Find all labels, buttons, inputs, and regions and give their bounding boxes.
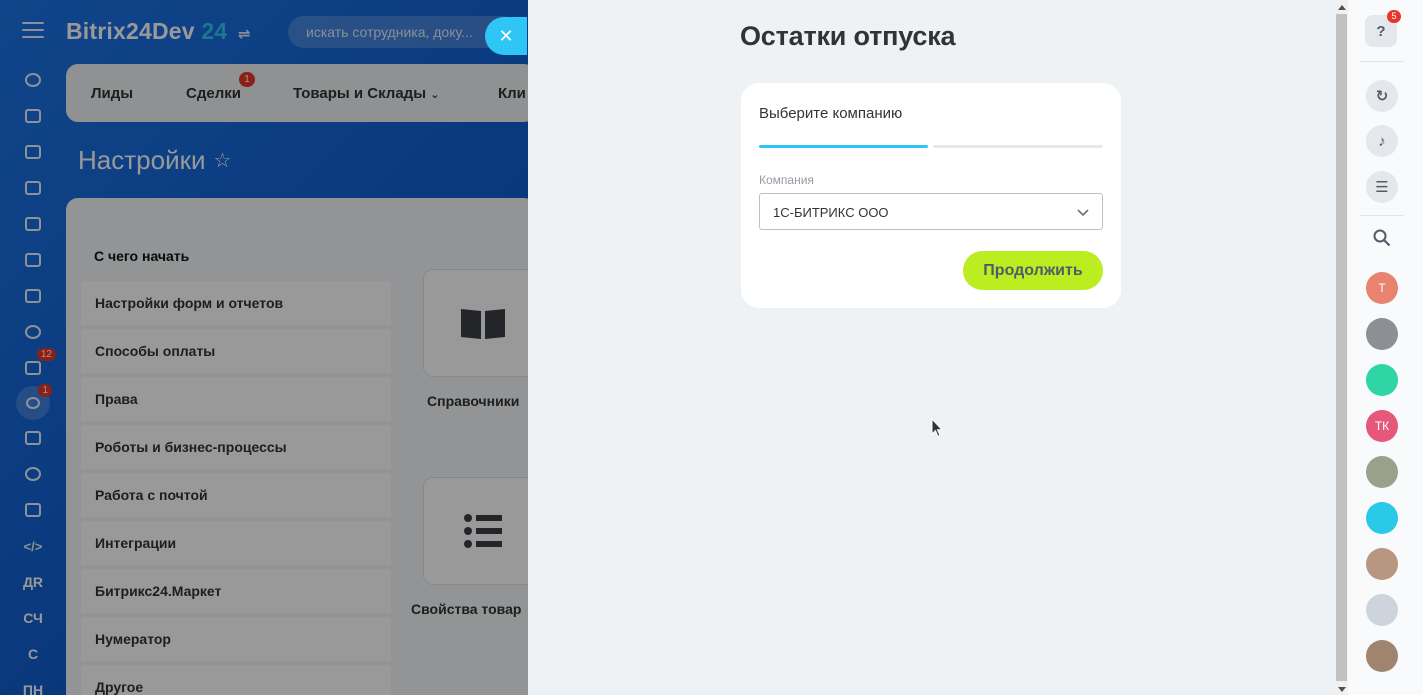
avatar[interactable] — [1366, 364, 1398, 396]
bell-icon: ♪ — [1378, 132, 1386, 150]
close-icon: ✕ — [498, 25, 514, 46]
avatar[interactable] — [1366, 594, 1398, 626]
continue-button[interactable]: Продолжить — [963, 251, 1103, 290]
rail-divider — [1360, 215, 1404, 216]
scroll-thumb[interactable] — [1336, 14, 1347, 681]
rail-search-button[interactable] — [1366, 222, 1398, 254]
avatar[interactable] — [1366, 548, 1398, 580]
search-icon — [1373, 229, 1391, 247]
help-badge: 5 — [1387, 10, 1401, 23]
vacation-balance-slider: Остатки отпуска Выберите компанию Компан… — [528, 0, 1335, 695]
company-select-value: 1С-БИТРИКС ООО — [773, 205, 889, 220]
step-progress-active — [759, 145, 928, 148]
rail-divider — [1360, 61, 1404, 62]
slider-close-button[interactable]: ✕ — [485, 17, 527, 55]
slider-title: Остатки отпуска — [740, 21, 956, 51]
sync-button[interactable]: ↻ — [1366, 80, 1398, 112]
help-button[interactable]: ? 5 — [1365, 10, 1401, 47]
notifications-button[interactable]: ♪ — [1366, 125, 1398, 157]
messenger-button[interactable]: ☰ — [1366, 171, 1398, 203]
chat-icon: ☰ — [1375, 179, 1389, 196]
chevron-down-icon — [1077, 209, 1089, 217]
step-progress-inactive — [933, 145, 1103, 148]
avatar[interactable] — [1366, 456, 1398, 488]
right-rail: ? 5 ↻ ♪ ☰ Т ТК — [1348, 0, 1423, 695]
company-select[interactable]: 1С-БИТРИКС ООО — [759, 193, 1103, 230]
step-label: Выберите компанию — [759, 105, 903, 122]
avatar[interactable] — [1366, 502, 1398, 534]
mouse-cursor-icon — [931, 418, 943, 438]
question-icon: ? — [1376, 22, 1386, 40]
scroll-up-icon[interactable] — [1338, 5, 1346, 10]
sync-icon: ↻ — [1375, 88, 1389, 105]
avatar[interactable]: ТК — [1366, 410, 1398, 442]
slider-scrollbar[interactable] — [1335, 0, 1348, 695]
scroll-down-icon[interactable] — [1338, 687, 1346, 692]
avatar[interactable]: Т — [1366, 272, 1398, 304]
company-field-label: Компания — [759, 173, 814, 187]
avatar[interactable] — [1366, 318, 1398, 350]
avatar[interactable] — [1366, 640, 1398, 672]
company-wizard-card: Выберите компанию Компания 1С-БИТРИКС ОО… — [741, 83, 1121, 308]
